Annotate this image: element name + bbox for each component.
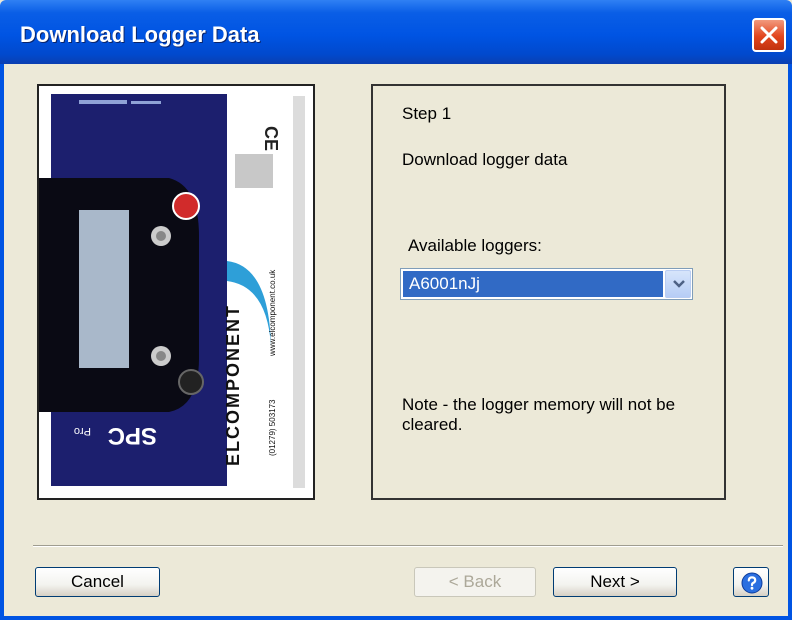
phone-label: (01279) 503173 [268, 399, 277, 456]
device-image: CE ELCOMPONENT www.elcomponent.co.uk (01… [37, 84, 315, 500]
close-button[interactable] [752, 18, 786, 52]
next-button[interactable]: Next > [553, 567, 677, 597]
ce-mark: CE [261, 126, 281, 151]
logger-select-value: A6001nJj [403, 271, 663, 297]
separator [33, 545, 783, 547]
help-button[interactable] [733, 567, 769, 597]
window-title: Download Logger Data [20, 22, 260, 47]
help-icon [741, 572, 763, 594]
step-description: Download logger data [402, 150, 568, 169]
note-text: Note - the logger memory will not be cle… [402, 395, 676, 434]
close-icon [760, 26, 778, 44]
model-suffix-label: Pro [74, 425, 91, 437]
title-bar: Download Logger Data [0, 0, 792, 64]
model-label: SPC [108, 422, 157, 449]
cancel-button[interactable]: Cancel [35, 567, 160, 597]
dropdown-arrow-button[interactable] [665, 270, 691, 298]
brand-label: ELCOMPONENT [223, 304, 243, 466]
chevron-down-icon [673, 280, 685, 288]
step-title: Step 1 [402, 104, 452, 123]
available-loggers-label: Available loggers: [408, 236, 542, 255]
website-label: www.elcomponent.co.uk [268, 269, 277, 357]
logger-device-picture: CE ELCOMPONENT www.elcomponent.co.uk (01… [39, 86, 313, 498]
back-button[interactable]: < Back [414, 567, 536, 597]
logger-select[interactable]: A6001nJj [400, 268, 693, 300]
